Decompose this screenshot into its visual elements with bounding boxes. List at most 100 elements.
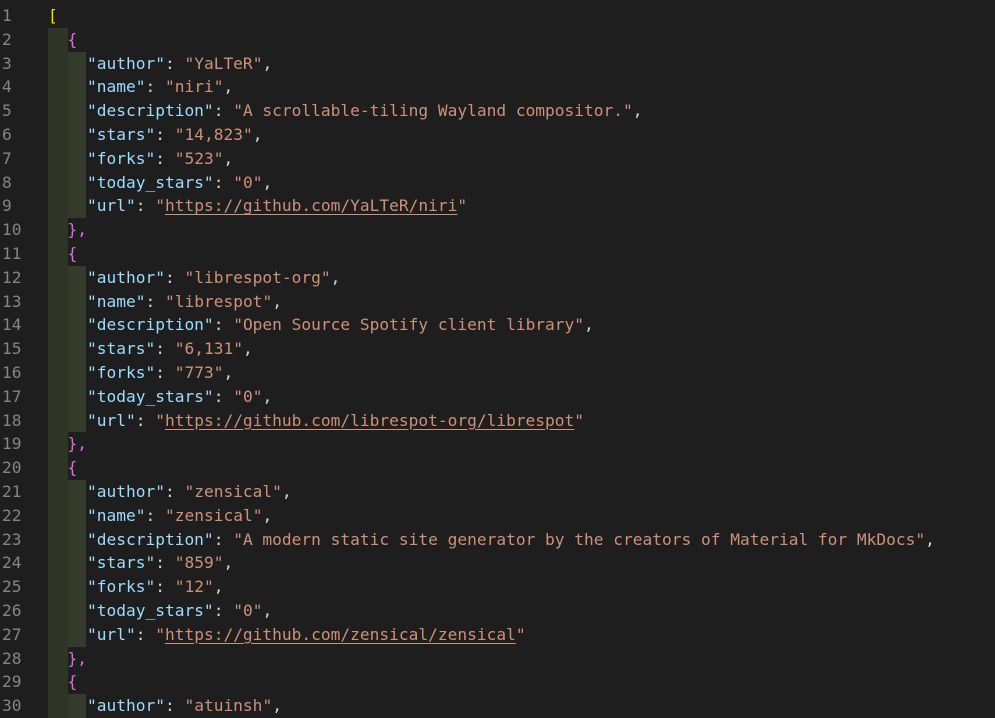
code-line[interactable]: 25 "forks": "12", <box>0 575 995 599</box>
json-key-author: "author" <box>86 267 165 287</box>
code-line[interactable]: 1[ <box>0 4 995 28</box>
json-value-today-stars: 0 <box>242 386 253 406</box>
code-line[interactable]: 26 "today_stars": "0", <box>0 599 995 623</box>
punctuation: : <box>155 339 175 359</box>
code-editor[interactable]: 1[2 {3 "author": "YaLTeR", 4 "name": "nir… <box>0 0 995 718</box>
code-line[interactable]: 14 "description": "Open Source Spotify c… <box>0 313 995 338</box>
json-value-description: Open Source Spotify client library <box>242 315 575 335</box>
line-number: 26 <box>2 601 22 620</box>
code-line[interactable]: 21 "author": "zensical", <box>0 480 995 504</box>
punctuation: " <box>233 315 243 335</box>
line-number: 27 <box>2 624 22 644</box>
punctuation: " <box>233 339 243 359</box>
code-line[interactable]: 4 "name": "niri", <box>0 75 995 100</box>
code-line[interactable]: 13 "name": "librespot", <box>0 289 995 314</box>
punctuation: : <box>145 77 165 97</box>
punctuation: , <box>262 386 273 406</box>
punctuation: " <box>233 172 243 192</box>
punctuation: " <box>233 529 243 549</box>
line-number: 4 <box>2 77 12 97</box>
code-line[interactable]: 5 "description": "A scrollable-tiling Wa… <box>0 99 995 123</box>
code-line[interactable]: 17 "today_stars": "0", <box>0 384 995 409</box>
json-key-name: "name" <box>86 505 146 525</box>
punctuation: : <box>155 363 175 382</box>
code-line[interactable]: 24 "stars": "859", <box>0 551 995 576</box>
line-content: "url": "https://github.com/zensical/zens… <box>48 623 526 647</box>
json-value-name: zensical <box>174 505 253 525</box>
object-open-brace: { <box>67 244 78 263</box>
line-number: 3 <box>2 53 12 73</box>
punctuation: , <box>262 172 273 192</box>
punctuation: " <box>515 624 526 644</box>
code-line[interactable]: 10 }, <box>0 218 995 242</box>
code-line[interactable]: 28 }, <box>0 646 995 671</box>
json-value-stars: 6,131 <box>184 339 234 359</box>
code-line[interactable]: 3 "author": "YaLTeR", <box>0 51 995 76</box>
line-number: 16 <box>2 363 22 382</box>
code-line[interactable]: 2 { <box>0 27 995 52</box>
code-line[interactable]: 16 "forks": "773", <box>0 361 995 385</box>
punctuation: , <box>330 267 341 287</box>
punctuation: " <box>262 696 273 716</box>
code-line[interactable]: 18 "url": "https://github.com/librespot-… <box>0 408 995 433</box>
punctuation: " <box>164 291 175 311</box>
line-content: "description": "Open Source Spotify clie… <box>48 313 594 337</box>
json-value-name: niri <box>174 77 214 97</box>
json-key-name: "name" <box>86 291 146 311</box>
line-number: 22 <box>2 505 22 525</box>
json-key-forks: "forks" <box>86 148 156 168</box>
code-line[interactable]: 27 "url": "https://github.com/zensical/z… <box>0 622 995 647</box>
line-content: }, <box>48 218 88 242</box>
code-line[interactable]: 8 "today_stars": "0", <box>0 170 995 195</box>
line-content: "stars": "14,823", <box>48 123 262 147</box>
url-link[interactable]: https://github.com/YaLTeR/niri <box>165 196 457 215</box>
line-content: "stars": "6,131", <box>48 337 253 361</box>
json-value-stars: 14,823 <box>184 125 243 144</box>
code-line[interactable]: 6 "stars": "14,823", <box>0 123 995 147</box>
punctuation: " <box>174 125 185 144</box>
punctuation: , <box>223 363 234 382</box>
line-content: "description": "A modern static site gen… <box>48 528 935 552</box>
code-line[interactable]: 29 { <box>0 670 995 695</box>
code-line[interactable]: 7 "forks": "523", <box>0 146 995 171</box>
code-line[interactable]: 9 "url": "https://github.com/YaLTeR/niri… <box>0 194 995 219</box>
line-number: 9 <box>2 196 12 216</box>
punctuation: : <box>155 125 175 144</box>
code-line[interactable]: 11 { <box>0 242 995 266</box>
code-line[interactable]: 19 }, <box>0 432 995 457</box>
code-line[interactable]: 23 "description": "A modern static site … <box>0 527 995 552</box>
punctuation: , <box>262 601 273 620</box>
line-number: 11 <box>2 244 22 263</box>
punctuation: : <box>213 315 234 335</box>
punctuation: " <box>233 601 243 620</box>
line-content: "forks": "12", <box>48 575 223 599</box>
punctuation: : <box>213 601 234 620</box>
line-number: 2 <box>2 29 12 49</box>
code-line[interactable]: 12 "author": "librespot-org", <box>0 265 995 290</box>
line-content: "stars": "859", <box>48 551 233 575</box>
punctuation: : <box>213 529 234 549</box>
code-line[interactable]: 15 "stars": "6,131", <box>0 337 995 361</box>
url-link[interactable]: https://github.com/librespot-org/libresp… <box>165 411 574 430</box>
code-line[interactable]: 20 { <box>0 456 995 480</box>
line-content: "name": "librespot", <box>48 290 282 314</box>
punctuation: , <box>262 53 273 73</box>
code-line[interactable]: 30 "author": "atuinsh", <box>0 694 995 718</box>
punctuation: " <box>233 386 243 406</box>
line-number: 12 <box>2 267 22 287</box>
line-content: "forks": "773", <box>48 361 233 385</box>
line-content: "name": "zensical", <box>48 504 272 528</box>
punctuation: " <box>272 482 282 501</box>
url-link[interactable]: https://github.com/zensical/zensical <box>165 625 516 644</box>
json-key-url: "url" <box>86 196 136 216</box>
line-number: 19 <box>2 434 22 454</box>
object-close-brace: }, <box>67 434 88 454</box>
code-line[interactable]: 22 "name": "zensical", <box>0 503 995 528</box>
line-number: 30 <box>2 696 22 716</box>
line-number: 17 <box>2 386 22 406</box>
json-key-today-stars: "today_stars" <box>86 386 214 406</box>
punctuation: " <box>252 386 263 406</box>
json-value-today-stars: 0 <box>242 601 253 620</box>
line-number: 28 <box>2 648 22 668</box>
punctuation: " <box>320 267 331 287</box>
